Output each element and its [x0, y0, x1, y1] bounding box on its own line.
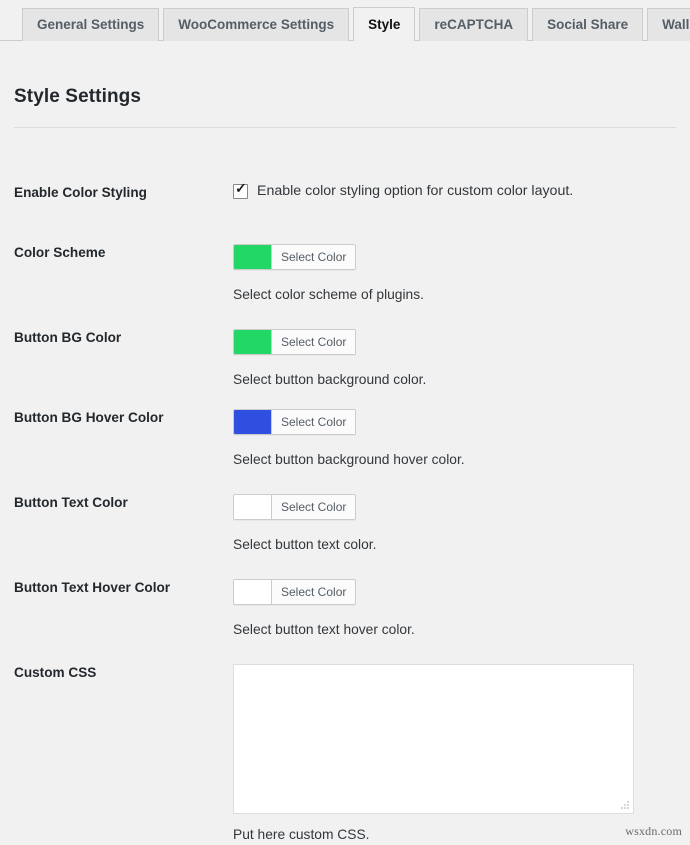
select-color-button[interactable]: Select Color — [233, 244, 356, 270]
setting-field: ✓ Enable color styling option for custom … — [233, 184, 690, 199]
setting-row: Button Text Color Select Color Select butt… — [0, 494, 690, 554]
setting-row: Button BG Hover ColorSelect ColorSelect … — [0, 409, 690, 469]
color-swatch[interactable] — [234, 495, 272, 519]
setting-field: Select Color Select button background col… — [233, 329, 690, 389]
field-description: Select button background color. — [233, 371, 676, 389]
setting-field: Select Color Select button text color. — [233, 494, 690, 554]
setting-label: Color Scheme — [0, 244, 233, 262]
tab-woocommerce-settings[interactable]: WooCommerce Settings — [163, 8, 349, 41]
tab-style[interactable]: Style — [353, 7, 415, 41]
checkbox-label: Enable color styling option for custom c… — [257, 184, 573, 198]
setting-row: Button BG Color Select Color Select button… — [0, 329, 690, 389]
resize-handle-icon[interactable] — [621, 801, 630, 810]
select-color-button-label: Select Color — [272, 245, 355, 269]
setting-field: Select Color Select button text hover col… — [233, 579, 690, 639]
select-color-button[interactable]: Select Color — [233, 494, 356, 520]
setting-label: Button Text Color — [0, 494, 233, 512]
setting-row: Button Text Hover ColorSelect ColorSelec… — [0, 579, 690, 639]
setting-field: Select Color Select color scheme of plugi… — [233, 244, 690, 304]
select-color-button-label: Select Color — [272, 330, 355, 354]
setting-label: Button Text Hover Color — [0, 579, 233, 597]
setting-row: Enable Color Styling✓ Enable color stylin… — [0, 184, 690, 202]
select-color-button-label: Select Color — [272, 495, 355, 519]
field-description: Select color scheme of plugins. — [233, 286, 676, 304]
color-swatch[interactable] — [234, 245, 272, 269]
field-description: Select button background hover color. — [233, 451, 676, 469]
tab-general-settings[interactable]: General Settings — [22, 8, 159, 41]
checkmark-icon: ✓ — [235, 182, 248, 195]
select-color-button[interactable]: Select Color — [233, 409, 356, 435]
custom-css-textarea[interactable] — [233, 664, 634, 814]
setting-label: Enable Color Styling — [0, 184, 233, 202]
tab-wallet[interactable]: Wallet — [647, 8, 690, 41]
page-title: Style Settings — [14, 86, 141, 108]
field-description: Put here custom CSS. — [233, 826, 676, 844]
setting-label: Button BG Color — [0, 329, 233, 347]
field-description: Select button text hover color. — [233, 621, 676, 639]
setting-field: Select Color Select button background hov… — [233, 409, 690, 469]
color-swatch[interactable] — [234, 330, 272, 354]
setting-field: Put here custom CSS. — [233, 664, 690, 844]
setting-row: Color Scheme Select Color Select color sch… — [0, 244, 690, 304]
tab-recaptcha[interactable]: reCAPTCHA — [419, 8, 528, 41]
setting-label: Button BG Hover Color — [0, 409, 233, 427]
color-swatch[interactable] — [234, 410, 272, 434]
select-color-button[interactable]: Select Color — [233, 579, 356, 605]
field-description: Select button text color. — [233, 536, 676, 554]
enable-color-styling-checkbox-row[interactable]: ✓ Enable color styling option for custom … — [233, 184, 676, 199]
color-swatch[interactable] — [234, 580, 272, 604]
select-color-button[interactable]: Select Color — [233, 329, 356, 355]
setting-label: Custom CSS — [0, 664, 233, 682]
select-color-button-label: Select Color — [272, 580, 355, 604]
tab-social-share[interactable]: Social Share — [532, 8, 643, 41]
select-color-button-label: Select Color — [272, 410, 355, 434]
title-divider — [14, 127, 676, 128]
settings-tab-bar: General SettingsWooCommerce SettingsStyl… — [0, 0, 690, 41]
watermark: wsxdn.com — [625, 824, 682, 839]
setting-row: Custom CSS Put here custom CSS. — [0, 664, 690, 844]
checkbox-checked-icon[interactable]: ✓ — [233, 184, 248, 199]
